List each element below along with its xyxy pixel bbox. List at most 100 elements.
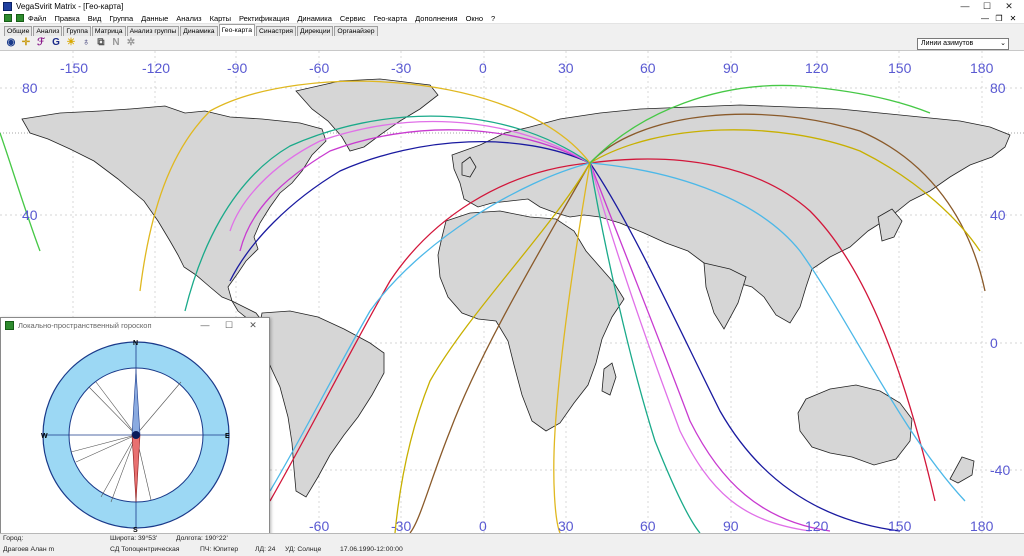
lat-label: 80: [990, 80, 1006, 96]
subwindow-minimize-button[interactable]: —: [193, 318, 217, 332]
maximize-button[interactable]: ☐: [976, 0, 998, 13]
lon-label: 150: [888, 518, 912, 533]
lon-label: -30: [391, 518, 411, 533]
settings-icon[interactable]: ✲: [125, 37, 137, 49]
lon-label: 150: [888, 60, 912, 76]
madagascar: [601, 362, 617, 396]
menu-addons[interactable]: Дополнения: [411, 13, 461, 24]
subwindow-close-button[interactable]: ✕: [241, 318, 265, 332]
menu-geomap[interactable]: Гео-карта: [370, 13, 412, 24]
azimuth-lines-select[interactable]: Линии азимутов ⌄: [917, 38, 1009, 50]
app-window: VegaSvirit Matrix - [Гео-карта] — ☐ ✕ Фа…: [0, 0, 1024, 556]
lat-label: -40: [990, 462, 1010, 478]
new-zealand: [949, 456, 975, 484]
left-latitude-labels: 80 40: [22, 80, 38, 223]
subwindow-controls: — ☐ ✕: [193, 318, 265, 332]
compass-west-label: W: [41, 433, 48, 440]
menu-window[interactable]: Окно: [462, 13, 487, 24]
globe-icon[interactable]: ◉: [5, 37, 17, 49]
app-icon: [3, 2, 12, 11]
lat-label: 40: [22, 207, 38, 223]
window-controls: — ☐ ✕: [954, 0, 1020, 13]
north-node-icon[interactable]: N: [110, 37, 122, 49]
lon-label: 180: [970, 60, 994, 76]
planet-icon[interactable]: ♁: [80, 37, 92, 49]
menu-help[interactable]: ?: [487, 13, 499, 24]
toolbar: ◉ ✛ ℱ G ☀ ♁ ⧉ N ✲: [0, 36, 1024, 51]
azimuth-lines-value: Линии азимутов: [921, 40, 974, 47]
lon-label: 180: [970, 518, 994, 533]
tab-synastry[interactable]: Синастрия: [255, 26, 296, 36]
chevron-down-icon: ⌄: [1000, 40, 1006, 47]
tab-general[interactable]: Общие: [4, 26, 33, 36]
tab-organizer[interactable]: Органайзер: [334, 26, 378, 36]
menu-bar: Файл Правка Вид Группа Данные Анализ Кар…: [0, 13, 1024, 24]
lon-label: -60: [309, 60, 329, 76]
tab-geomap[interactable]: Гео-карта: [218, 24, 255, 36]
status-latitude: Широта: 39°53': [110, 535, 158, 542]
tab-group-analysis[interactable]: Анализ группы: [126, 26, 180, 36]
tab-group[interactable]: Группа: [63, 26, 91, 36]
subwindow-title-bar[interactable]: Локально-пространственный гороскоп — ☐ ✕: [1, 318, 269, 332]
sun-icon[interactable]: ☀: [65, 37, 77, 49]
mdi-close-button[interactable]: ✕: [1006, 13, 1020, 24]
menu-dynamics[interactable]: Динамика: [293, 13, 336, 24]
status-house-system: СД Топоцентрическая: [110, 546, 180, 553]
compass-center: [132, 431, 140, 439]
window-title: VegaSvirit Matrix - [Гео-карта]: [16, 2, 124, 11]
mdi-child-icon-2[interactable]: [16, 14, 24, 22]
copy-icon[interactable]: ⧉: [95, 37, 107, 49]
menu-rectification[interactable]: Ректификация: [235, 13, 293, 24]
status-bar: Город: Широта: 39°53' Долгота: 190°22' Д…: [0, 533, 1024, 556]
menu-analysis[interactable]: Анализ: [172, 13, 205, 24]
compass-east-label: E: [225, 433, 230, 440]
lon-label: 90: [723, 60, 739, 76]
lon-label: 60: [640, 60, 656, 76]
status-longitude: Долгота: 190°22': [176, 535, 228, 542]
subwindow-icon: [5, 320, 14, 330]
lon-label: -90: [227, 60, 247, 76]
status-person: Драгоев Алан m: [3, 546, 55, 553]
status-city: Город:: [3, 535, 24, 542]
mdi-restore-button[interactable]: ❐: [992, 13, 1006, 24]
tab-dynamics[interactable]: Динамика: [180, 26, 218, 36]
lon-label: 120: [805, 518, 829, 533]
symbol-icon[interactable]: ℱ: [35, 37, 47, 49]
local-space-horoscope-window[interactable]: Локально-пространственный гороскоп — ☐ ✕…: [0, 317, 270, 537]
north-america: [21, 105, 327, 302]
status-row-2: Драгоев Алан m СД Топоцентрическая ПЧ: Ю…: [0, 545, 1024, 556]
mdi-child-icon[interactable]: [4, 14, 12, 22]
lon-label: 120: [805, 60, 829, 76]
menu-group[interactable]: Группа: [105, 13, 137, 24]
status-ud: УД: Солнце: [285, 546, 322, 553]
crosshair-icon[interactable]: ✛: [20, 37, 32, 49]
menu-file[interactable]: Файл: [24, 13, 50, 24]
status-ld: ЛД: 24: [255, 546, 276, 553]
tab-directions[interactable]: Дирекции: [297, 26, 334, 36]
lon-label: 0: [479, 60, 487, 76]
g-icon[interactable]: G: [50, 37, 62, 49]
menu-maps[interactable]: Карты: [206, 13, 235, 24]
title-bar: VegaSvirit Matrix - [Гео-карта] — ☐ ✕: [0, 0, 1024, 13]
compass-north-label: N: [133, 340, 138, 347]
mdi-minimize-button[interactable]: —: [978, 13, 992, 24]
minimize-button[interactable]: —: [954, 0, 976, 13]
menu-view[interactable]: Вид: [84, 13, 106, 24]
menu-edit[interactable]: Правка: [50, 13, 83, 24]
lon-label: -30: [391, 60, 411, 76]
lat-label: 40: [990, 207, 1006, 223]
lon-label: -150: [60, 60, 88, 76]
tab-matrix[interactable]: Матрица: [91, 26, 126, 36]
tab-bar: Общие Анализ Группа Матрица Анализ групп…: [0, 24, 1024, 36]
lon-label: 30: [558, 518, 574, 533]
menu-service[interactable]: Сервис: [336, 13, 370, 24]
menu-data[interactable]: Данные: [137, 13, 172, 24]
subwindow-maximize-button[interactable]: ☐: [217, 318, 241, 332]
azimuth-line-green-west: [0, 132, 41, 252]
status-row-1: Город: Широта: 39°53' Долгота: 190°22': [0, 534, 1024, 545]
australia: [797, 384, 913, 466]
tab-analysis[interactable]: Анализ: [33, 26, 63, 36]
lon-label: 90: [723, 518, 739, 533]
lat-label: 80: [22, 80, 38, 96]
close-button[interactable]: ✕: [998, 0, 1020, 13]
